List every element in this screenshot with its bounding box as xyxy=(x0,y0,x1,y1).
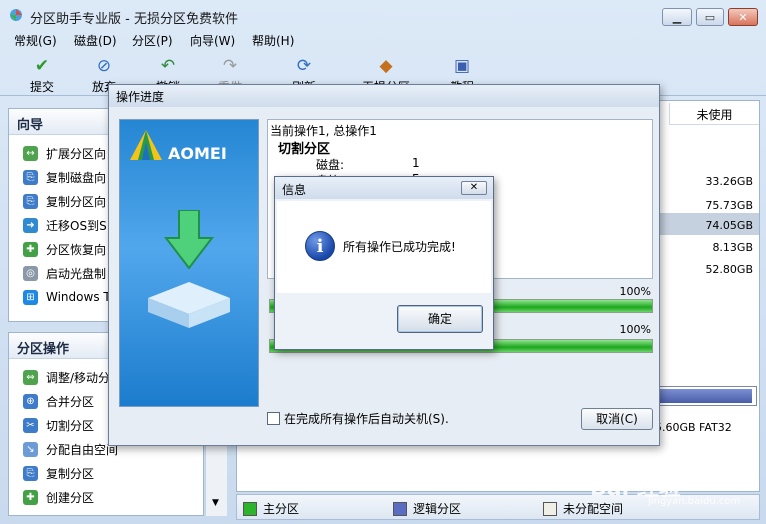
progress-1-percent: 100% xyxy=(619,285,651,298)
menu-partition[interactable]: 分区(P) xyxy=(132,32,173,49)
cancel-button[interactable]: 取消(C) xyxy=(581,408,653,430)
sidebar-item-resize-move[interactable]: ⇔ 调整/移动分 xyxy=(23,367,110,387)
migrate-icon: ➜ xyxy=(23,217,38,233)
legend-logical: 逻辑分区 xyxy=(393,500,461,517)
auto-shutdown-label: 在完成所有操作后自动关机(S). xyxy=(284,412,449,426)
menu-disk[interactable]: 磁盘(D) xyxy=(74,32,117,49)
disk-map-label: 5.60GB FAT32 xyxy=(655,421,732,434)
app-window: 分区助手专业版 - 无损分区免费软件 ▁ ▭ ✕ 常规(G) 磁盘(D) 分区(… xyxy=(0,0,766,524)
tutorial-icon: ▣ xyxy=(453,56,471,76)
discard-icon: ⊘ xyxy=(96,56,112,76)
copy-disk-icon: ⎘ xyxy=(23,169,38,185)
legend-primary: 主分区 xyxy=(243,500,299,517)
disk-label: 磁盘: xyxy=(316,158,345,172)
size-cell: 74.05GB xyxy=(705,219,753,232)
partition-icon: ◆ xyxy=(379,56,393,76)
auto-shutdown-checkbox[interactable] xyxy=(267,412,280,425)
check-icon: ✔ xyxy=(34,56,50,76)
sidebar-item-copy-partition-op[interactable]: ⎘ 复制分区 xyxy=(23,463,94,483)
minimize-button[interactable]: ▁ xyxy=(662,8,692,26)
operation-name: 切割分区 xyxy=(278,142,331,157)
info-dialog-close-button[interactable]: ✕ xyxy=(461,181,487,195)
auto-shutdown-option[interactable]: 在完成所有操作后自动关机(S). xyxy=(267,410,449,427)
info-dialog-body: i 所有操作已成功完成! xyxy=(277,201,491,293)
progress-dialog-title: 操作进度 xyxy=(109,85,659,107)
extend-icon: ↔ xyxy=(23,145,38,161)
resize-icon: ⇔ xyxy=(23,369,38,385)
size-cell: 75.73GB xyxy=(705,199,753,212)
ok-button[interactable]: 确定 xyxy=(397,305,483,333)
sidebar-item-bootable-cd[interactable]: ◎ 启动光盘制 xyxy=(23,263,106,283)
hard-disk-icon xyxy=(148,282,230,328)
disk-map-fill xyxy=(660,389,752,403)
sidebar-item-extend-partition[interactable]: ↔ 扩展分区向 xyxy=(23,143,106,163)
close-icon: ✕ xyxy=(469,182,479,193)
sidebar-item-copy-disk[interactable]: ⎘ 复制磁盘向 xyxy=(23,167,106,187)
copy-partition-icon: ⎘ xyxy=(23,193,38,209)
aomei-banner: AOMEI xyxy=(119,119,259,407)
info-message: 所有操作已成功完成! xyxy=(343,240,456,254)
sidebar-item-copy-partition[interactable]: ⎘ 复制分区向 xyxy=(23,191,106,211)
disk-value: 1 xyxy=(412,156,420,170)
split-icon: ✂ xyxy=(23,417,38,433)
maximize-button[interactable]: ▭ xyxy=(696,8,724,26)
commit-button[interactable]: ✔ 提交 xyxy=(12,56,72,95)
sidebar-item-windows-to-go[interactable]: ⊞ Windows To xyxy=(23,287,116,307)
current-operation-text: 当前操作1, 总操作1 xyxy=(270,124,377,138)
sidebar-item-allocate-free-space[interactable]: ↘ 分配自由空间 xyxy=(23,439,118,459)
menu-general[interactable]: 常规(G) xyxy=(14,32,57,49)
recovery-icon: ✚ xyxy=(23,241,38,257)
progress-2-percent: 100% xyxy=(619,323,651,336)
sidebar-item-migrate-os[interactable]: ➜ 迁移OS到S xyxy=(23,215,107,235)
menu-bar: 常规(G) 磁盘(D) 分区(P) 向导(W) 帮助(H) xyxy=(0,30,766,50)
cd-icon: ◎ xyxy=(23,265,38,281)
unallocated-swatch xyxy=(543,501,557,516)
baidu-watermark-url: jingyan.baidu.com xyxy=(648,496,741,507)
size-cell: 52.80GB xyxy=(705,263,753,276)
menu-wizard[interactable]: 向导(W) xyxy=(190,32,235,49)
minimize-icon: ▁ xyxy=(672,10,682,24)
undo-icon: ↶ xyxy=(160,56,176,76)
column-header-unused[interactable]: 未使用 xyxy=(669,103,759,125)
close-button[interactable]: ✕ xyxy=(728,8,758,26)
sidebar-item-partition-recovery[interactable]: ✚ 分区恢复向 xyxy=(23,239,106,259)
logical-swatch xyxy=(393,501,407,516)
disk-map-bar[interactable] xyxy=(657,386,757,406)
info-icon: i xyxy=(305,231,335,261)
create-icon: ✚ xyxy=(23,489,38,505)
app-logo-icon xyxy=(10,9,22,21)
allocate-icon: ↘ xyxy=(23,441,38,457)
close-icon: ✕ xyxy=(738,10,748,24)
sidebar-item-merge[interactable]: ⊕ 合并分区 xyxy=(23,391,94,411)
aomei-logo-icon xyxy=(130,130,162,160)
sidebar-item-create-partition[interactable]: ✚ 创建分区 xyxy=(23,487,94,507)
title-bar: 分区助手专业版 - 无损分区免费软件 ▁ ▭ ✕ xyxy=(0,0,766,30)
copy-icon: ⎘ xyxy=(23,465,38,481)
brand-text: AOMEI xyxy=(168,144,227,163)
window-title: 分区助手专业版 - 无损分区免费软件 xyxy=(30,12,238,27)
menu-help[interactable]: 帮助(H) xyxy=(252,32,294,49)
primary-swatch xyxy=(243,501,257,516)
info-dialog: 信息 ✕ i 所有操作已成功完成! 确定 xyxy=(274,176,494,350)
redo-icon: ↷ xyxy=(222,56,238,76)
refresh-icon: ⟳ xyxy=(296,56,312,76)
size-cell: 33.26GB xyxy=(705,175,753,188)
size-cell: 8.13GB xyxy=(712,241,753,254)
download-arrow-icon xyxy=(164,210,214,270)
merge-icon: ⊕ xyxy=(23,393,38,409)
maximize-icon: ▭ xyxy=(704,10,716,24)
windows-icon: ⊞ xyxy=(23,289,38,305)
scroll-down-icon[interactable]: ▼ xyxy=(212,498,219,508)
sidebar-item-split[interactable]: ✂ 切割分区 xyxy=(23,415,94,435)
